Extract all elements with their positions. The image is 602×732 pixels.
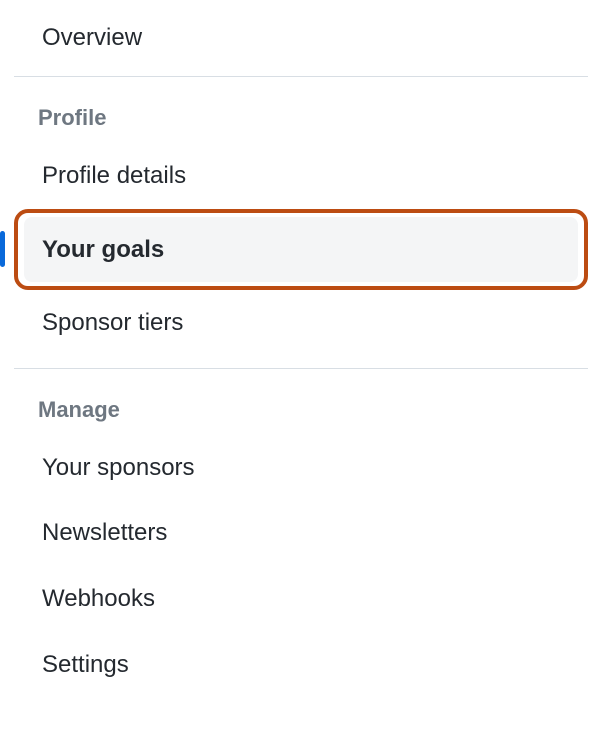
sidebar-nav: Overview Profile Profile details Your go… xyxy=(0,0,602,697)
sidebar-item-overview[interactable]: Overview xyxy=(0,0,602,64)
section-header-profile: Profile xyxy=(0,77,602,143)
sidebar-item-your-goals[interactable]: Your goals xyxy=(24,217,578,283)
highlight-box: Your goals xyxy=(14,209,588,291)
sidebar-item-webhooks[interactable]: Webhooks xyxy=(0,566,602,632)
sidebar-item-settings[interactable]: Settings xyxy=(0,632,602,698)
sidebar-item-sponsor-tiers[interactable]: Sponsor tiers xyxy=(0,290,602,356)
sidebar-item-your-sponsors[interactable]: Your sponsors xyxy=(0,435,602,501)
sidebar-item-profile-details[interactable]: Profile details xyxy=(0,143,602,209)
section-header-manage: Manage xyxy=(0,369,602,435)
sidebar-item-newsletters[interactable]: Newsletters xyxy=(0,500,602,566)
